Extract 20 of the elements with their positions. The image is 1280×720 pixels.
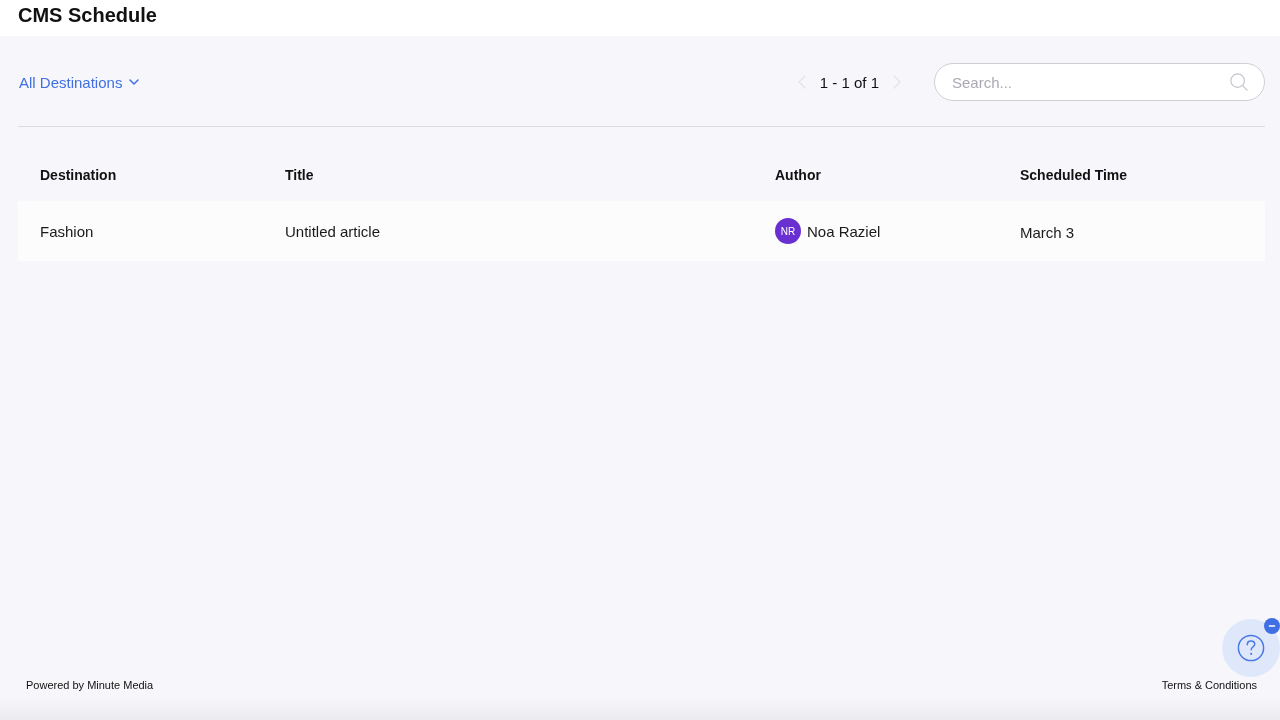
- page-title: CMS Schedule: [18, 3, 157, 27]
- table-cell-text: March 3: [1019, 223, 1076, 241]
- minus-icon[interactable]: [1264, 618, 1280, 634]
- search-field[interactable]: Search...: [934, 63, 1265, 101]
- destinations-dropdown[interactable]: All Destinations: [18, 73, 141, 91]
- column-header: Title: [284, 167, 315, 185]
- table-cell-text: Fashion: [39, 222, 95, 240]
- terms-link[interactable]: Terms & Conditions: [1161, 678, 1257, 692]
- author-name: Noa Raziel: [807, 222, 881, 240]
- chevron-down-icon: [129, 79, 140, 85]
- table-row[interactable]: Fashion Untitled article NR Noa Raziel March 3: [18, 201, 1265, 261]
- table-cell-text: Untitled article: [284, 222, 382, 240]
- question-mark-icon: [1237, 634, 1265, 662]
- search-icon: [1230, 73, 1248, 91]
- powered-by-text: Powered by Minute Media: [26, 678, 154, 692]
- column-header: Destination: [39, 167, 118, 185]
- column-header: Scheduled Time: [1019, 167, 1129, 185]
- avatar: NR: [775, 218, 801, 244]
- page-range: 1 - 1 of 1: [819, 73, 879, 91]
- column-header: Author: [774, 167, 822, 185]
